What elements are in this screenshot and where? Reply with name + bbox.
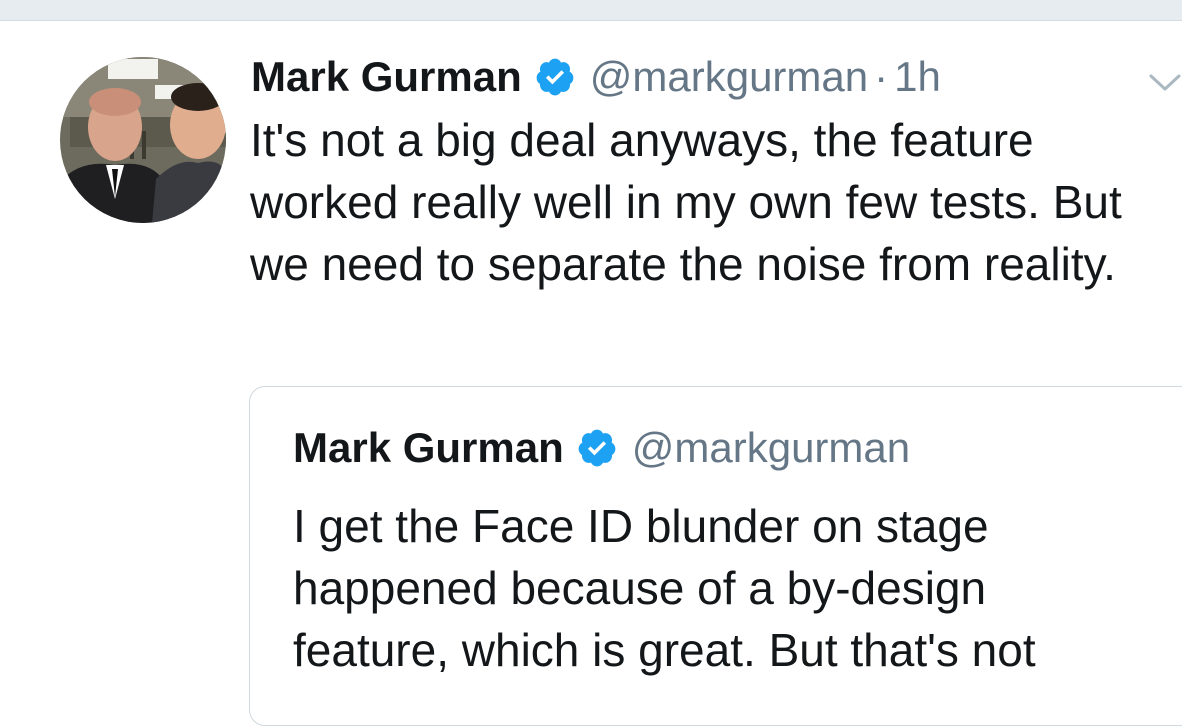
quoted-tweet-header: Mark Gurman @markgurman: [293, 422, 910, 474]
quoted-author-name: Mark Gurman: [293, 424, 564, 471]
tweet[interactable]: Mark Gurman @markgurman · 1h It's not a …: [0, 21, 1182, 726]
tweet-text: It's not a big deal anyways, the feature…: [250, 114, 1122, 290]
timestamp[interactable]: 1h: [894, 53, 941, 101]
quoted-tweet[interactable]: Mark Gurman @markgurman I get the Face I…: [249, 386, 1182, 726]
avatar-photo: [60, 57, 226, 223]
verified-badge-icon: [534, 56, 576, 98]
separator-dot: ·: [874, 53, 889, 100]
author-name[interactable]: Mark Gurman: [251, 53, 522, 101]
avatar[interactable]: [60, 57, 226, 223]
quoted-tweet-text: I get the Face ID blunder on stage happe…: [293, 500, 1036, 676]
quoted-author-handle: @markgurman: [631, 424, 911, 471]
chevron-down-icon[interactable]: [1148, 71, 1182, 95]
verified-badge-icon: [576, 427, 618, 469]
top-divider: [0, 0, 1182, 21]
author-handle[interactable]: @markgurman: [590, 53, 868, 101]
tweet-header: Mark Gurman @markgurman · 1h: [251, 51, 941, 103]
